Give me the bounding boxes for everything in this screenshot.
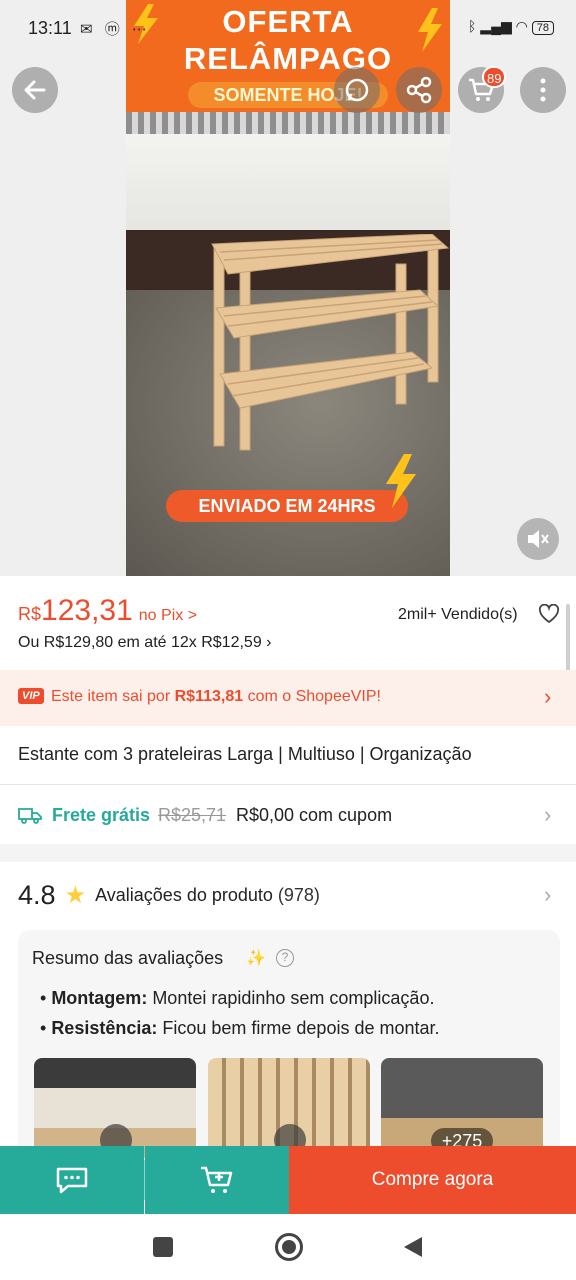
shipping-row[interactable]: Frete grátis R$25,71 R$0,00 com cupom › (0, 786, 576, 844)
price-block[interactable]: R$123,31 no Pix > (18, 594, 197, 628)
reviews-header[interactable]: 4.8 ★ Avaliações do produto (978) (18, 880, 320, 911)
battery-icon: 78 (531, 21, 554, 35)
vip-tag: VIP (18, 688, 44, 704)
signal-icon: ▂▄▆ (480, 18, 512, 34)
wooden-shelf-image (211, 234, 450, 451)
review-video-thumbnail[interactable] (208, 1058, 370, 1158)
whatsapp-share-button[interactable] (334, 67, 380, 113)
reviews-count: (978) (277, 885, 320, 905)
sparkle-icon: ✨ (246, 950, 266, 967)
summary-bullet: • Resistência: Ficou bem firme depois de… (40, 1018, 440, 1038)
star-icon: ★ (64, 882, 87, 909)
shipping-tag: ENVIADO EM 24HRS (166, 490, 408, 522)
sold-count: 2mil+ Vendido(s) (398, 606, 518, 623)
vip-text-after: com o ShopeeVIP! (243, 688, 381, 705)
free-shipping-label: Frete grátis (52, 805, 151, 825)
chevron-right-icon: › (544, 802, 552, 827)
buy-now-button[interactable]: Compre agora (289, 1146, 576, 1214)
shopee-vip-banner[interactable]: VIP Este item sai por R$113,81 com o Sho… (0, 670, 576, 726)
review-media-more[interactable]: +275 (381, 1058, 543, 1158)
add-cart-icon (201, 1166, 233, 1193)
bullet-text: Ficou bem firme depois de montar. (157, 1018, 440, 1038)
truck-icon (18, 808, 42, 824)
section-gap (0, 844, 576, 862)
cart-count-badge: 89 (482, 66, 507, 88)
add-to-cart-button[interactable] (145, 1146, 289, 1214)
installment-info[interactable]: Ou R$129,80 em até 12x R$12,59 › (18, 634, 272, 652)
more-options-button[interactable] (520, 67, 566, 113)
share-icon (406, 76, 432, 104)
help-icon[interactable]: ? (276, 949, 294, 967)
shipping-old-price: R$25,71 (158, 805, 227, 825)
product-page: OFERTA RELÂMPAGO SOMENTE HOJE! ENVIADO E… (0, 0, 576, 1280)
bullet-key: Montagem: (51, 988, 148, 1008)
summary-bullet: • Montagem: Montei rapidinho sem complic… (40, 988, 435, 1008)
system-nav-bar (0, 1214, 576, 1280)
mute-button[interactable] (517, 518, 559, 560)
chevron-right-icon[interactable]: › (544, 882, 551, 908)
status-bar: 13:11 ✉ ⓜ ⋯ ᛒ ▂▄▆ ◠ 78 (0, 0, 576, 56)
home-button[interactable] (275, 1233, 303, 1261)
price-value: 123,31 (41, 594, 133, 627)
video-wall-stripe (126, 112, 450, 134)
notification-icons: ✉ ⓜ ⋯ (80, 21, 151, 38)
whatsapp-icon (345, 78, 369, 102)
heart-icon[interactable] (538, 604, 560, 624)
chevron-right-icon: › (544, 684, 552, 709)
wifi-icon: ◠ (515, 18, 528, 34)
review-summary-title: Resumo das avaliações (32, 948, 224, 968)
chat-icon (56, 1167, 88, 1194)
reviews-label: Avaliações do produto (95, 885, 273, 905)
bottom-action-bar: Compre agora (0, 1146, 576, 1214)
chat-button[interactable] (0, 1146, 144, 1214)
back-triangle-button[interactable] (402, 1235, 424, 1259)
bullet-key: Resistência: (51, 1018, 158, 1038)
review-video-thumbnail[interactable] (34, 1058, 196, 1158)
pix-label[interactable]: no Pix > (139, 607, 197, 624)
bluetooth-icon: ᛒ (468, 18, 477, 34)
rating-score: 4.8 (18, 880, 56, 910)
divider (0, 784, 576, 785)
share-button[interactable] (396, 67, 442, 113)
lightning-icon (386, 454, 416, 508)
bullet-text: Montei rapidinho sem complicação. (147, 988, 435, 1008)
back-button[interactable] (12, 67, 58, 113)
price-currency: R$ (18, 604, 42, 624)
shipping-new-price: R$0,00 com cupom (236, 805, 393, 825)
home-icon (282, 1240, 296, 1254)
vip-text: Este item sai por R$113,81 com o ShopeeV… (51, 688, 381, 706)
arrow-left-icon (24, 80, 46, 100)
recents-button[interactable] (153, 1237, 173, 1257)
volume-mute-icon (528, 530, 549, 548)
more-vertical-icon (540, 78, 546, 102)
vip-price: R$113,81 (174, 688, 244, 705)
status-right-icons: ᛒ ▂▄▆ ◠ 78 (468, 18, 554, 35)
vip-text-before: Este item sai por (51, 688, 175, 705)
product-title: Estante com 3 prateleiras Larga | Multiu… (18, 744, 472, 764)
status-time: 13:11 (28, 18, 72, 38)
review-summary-card: Resumo das avaliações ✨ ? • Montagem: Mo… (18, 930, 560, 1160)
